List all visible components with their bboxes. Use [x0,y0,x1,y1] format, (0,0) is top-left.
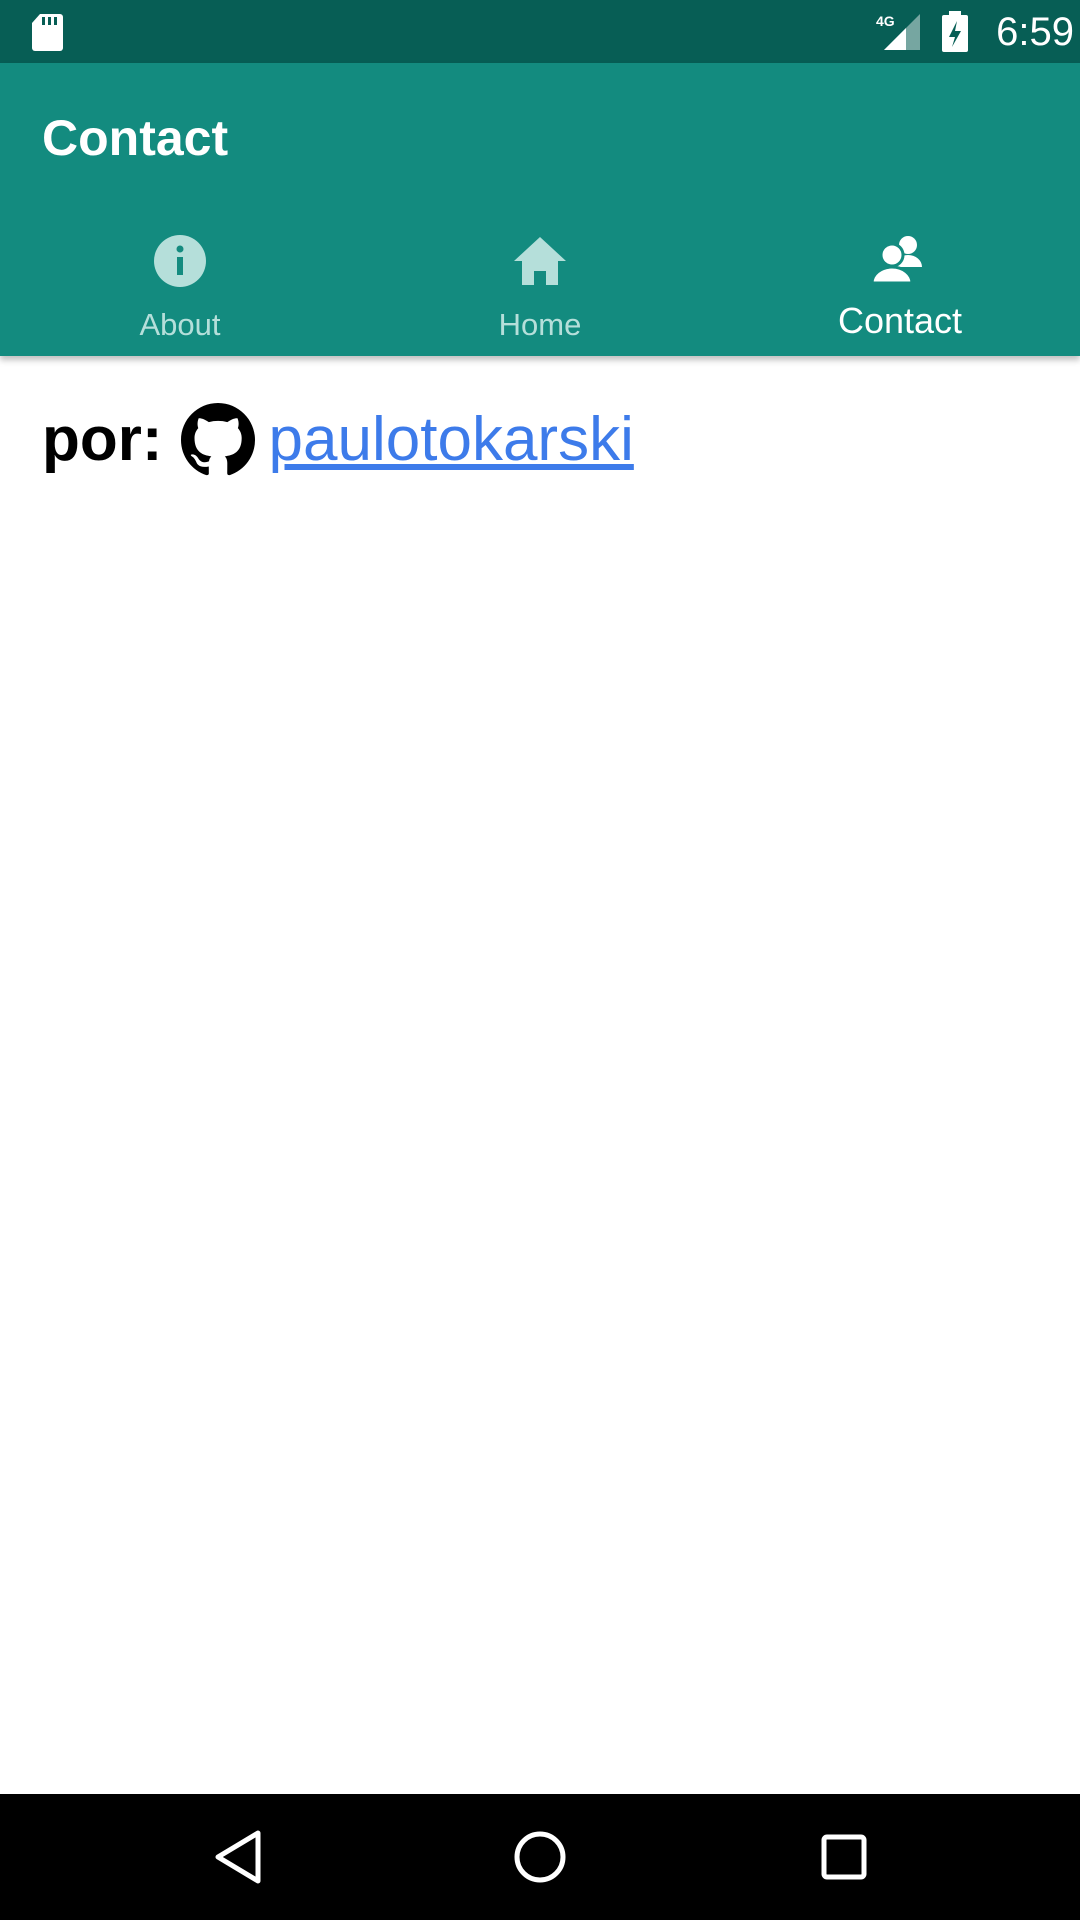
sd-card-icon [32,14,63,51]
contacts-icon [870,236,922,285]
author-credit: por: paulotokarski [42,395,634,485]
nav-bar [0,1794,1080,1920]
signal-icon: 4G [876,13,920,50]
app-bar: Contact About Home Contact [0,63,1080,356]
tab-bar: About Home Contact [0,223,1080,356]
author-link[interactable]: paulotokarski [269,395,634,485]
tab-about[interactable]: About [0,223,360,356]
status-time: 6:59 [996,10,1074,54]
page-title: Contact [42,110,229,166]
battery-charging-icon [942,11,968,52]
network-type-label: 4G [876,13,895,29]
home-icon [514,237,566,285]
tab-contact[interactable]: Contact [720,223,1080,356]
info-icon [154,235,206,287]
recents-icon[interactable] [814,1827,874,1887]
status-bar: 4G 6:59 [0,0,1080,63]
back-icon[interactable] [210,1827,270,1887]
home-circle-icon[interactable] [510,1827,570,1887]
screen: 4G 6:59 Contact About Home Contact por: … [0,0,1080,1920]
by-label: por: [42,405,163,474]
github-icon [180,403,255,476]
tab-contact-label: Contact [837,300,963,341]
tab-home[interactable]: Home [360,223,720,356]
tab-home-label: Home [498,307,582,342]
tab-about-label: About [139,307,221,342]
